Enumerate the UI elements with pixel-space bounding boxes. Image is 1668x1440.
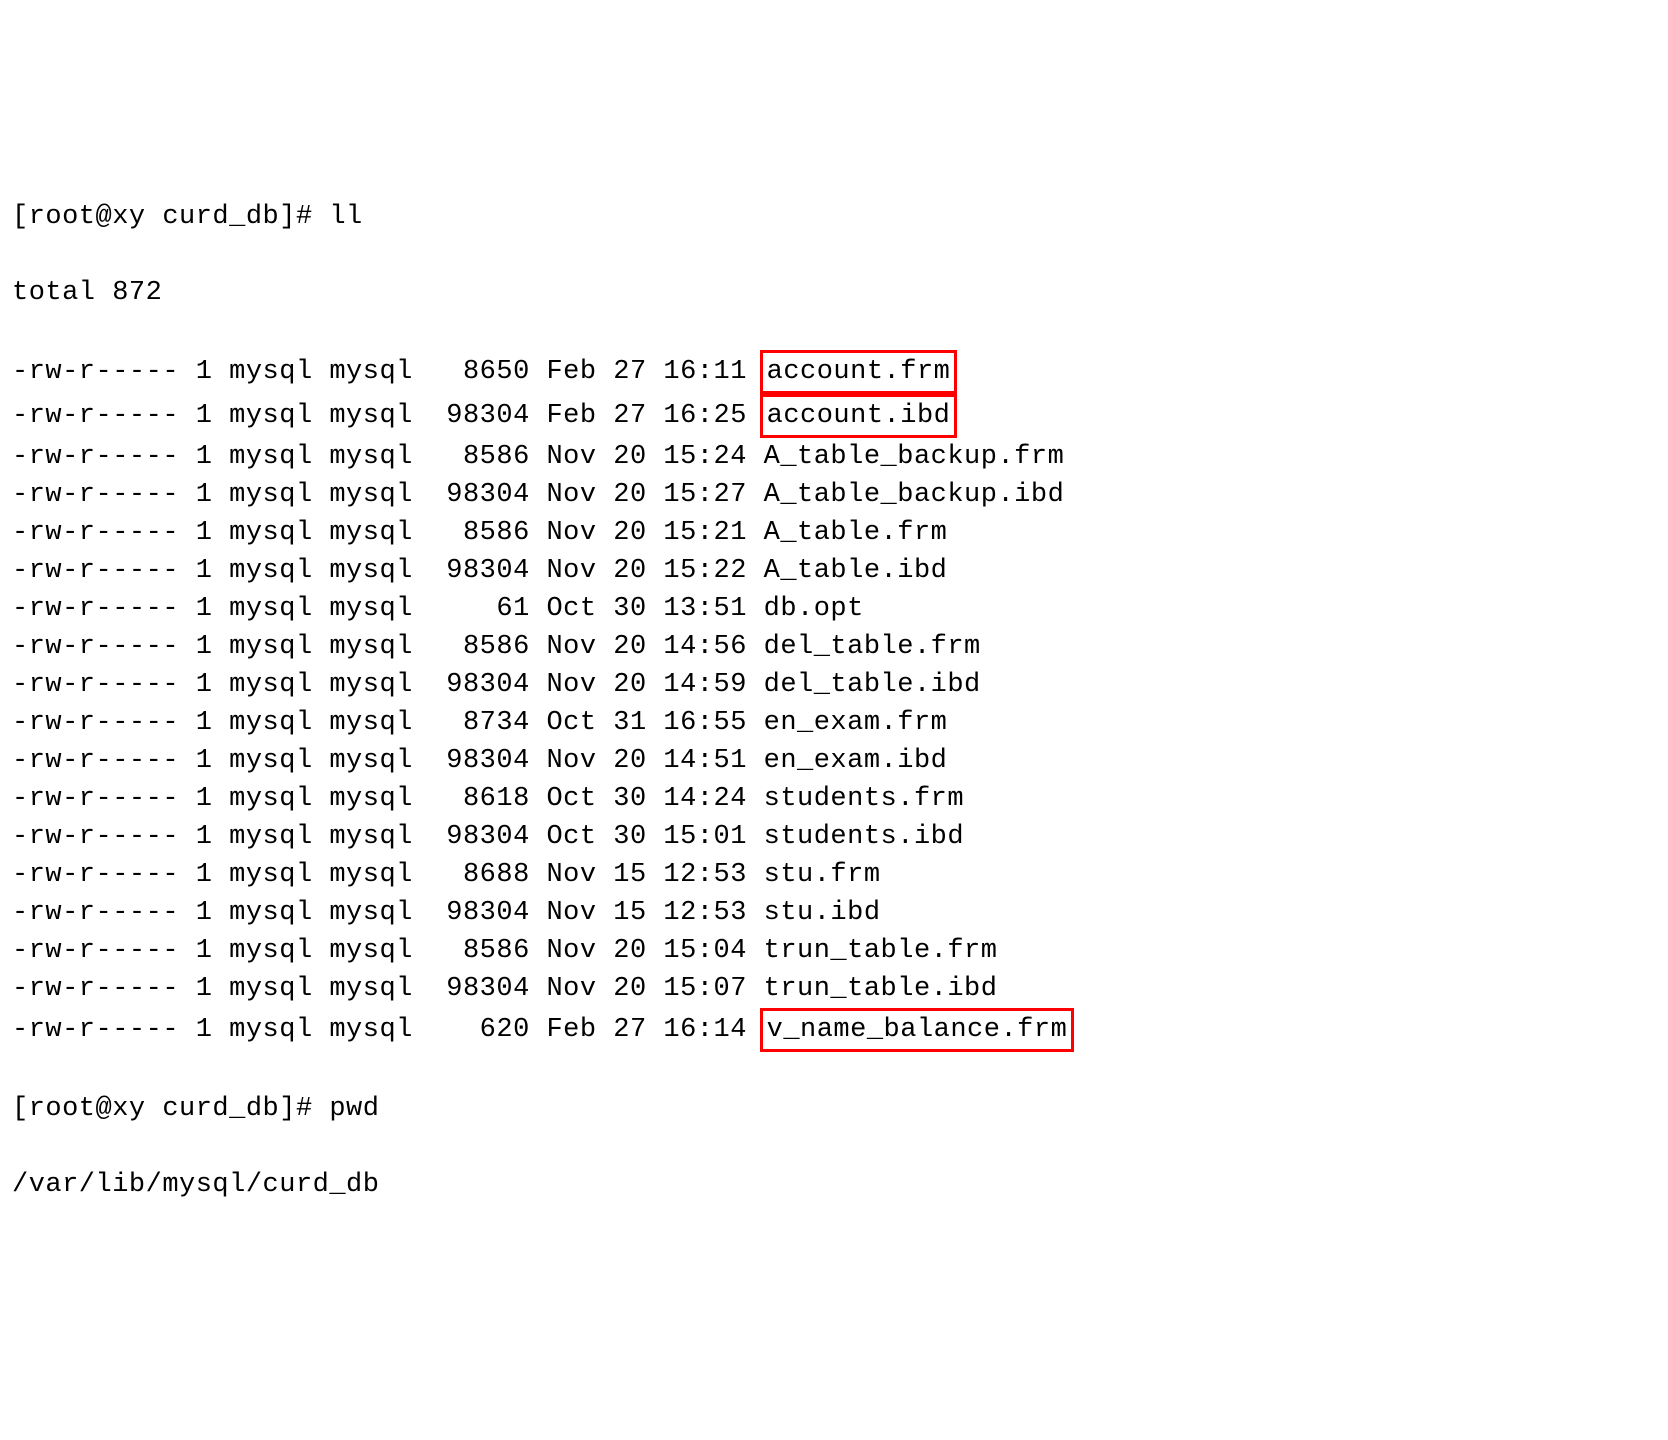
file-row: -rw-r----- 1 mysql mysql 98304 Feb 27 16… [12,394,1656,438]
total-line: total 872 [12,274,1656,312]
file-row: -rw-r----- 1 mysql mysql 8586 Nov 20 15:… [12,514,1656,552]
file-name: students.frm [764,784,964,814]
file-meta: -rw-r----- 1 mysql mysql 98304 Nov 20 15… [12,556,764,586]
file-row: -rw-r----- 1 mysql mysql 8688 Nov 15 12:… [12,856,1656,894]
file-name: en_exam.ibd [764,746,948,776]
file-meta: -rw-r----- 1 mysql mysql 98304 Oct 30 15… [12,822,764,852]
pwd-output: /var/lib/mysql/curd_db [12,1166,1656,1204]
file-row: -rw-r----- 1 mysql mysql 98304 Nov 20 14… [12,742,1656,780]
prompt-line-2: [root@xy curd_db]# pwd [12,1090,1656,1128]
file-row: -rw-r----- 1 mysql mysql 98304 Nov 20 15… [12,970,1656,1008]
command-pwd: pwd [329,1094,379,1124]
file-listing: -rw-r----- 1 mysql mysql 8650 Feb 27 16:… [12,350,1656,1052]
file-row: -rw-r----- 1 mysql mysql 98304 Nov 15 12… [12,894,1656,932]
file-name: students.ibd [764,822,964,852]
file-meta: -rw-r----- 1 mysql mysql 98304 Feb 27 16… [12,401,764,431]
file-row: -rw-r----- 1 mysql mysql 8586 Nov 20 15:… [12,932,1656,970]
file-meta: -rw-r----- 1 mysql mysql 8734 Oct 31 16:… [12,708,764,738]
file-row: -rw-r----- 1 mysql mysql 8734 Oct 31 16:… [12,704,1656,742]
file-name: trun_table.ibd [764,974,998,1004]
file-meta: -rw-r----- 1 mysql mysql 8650 Feb 27 16:… [12,357,764,387]
file-name: account.frm [760,350,958,394]
file-meta: -rw-r----- 1 mysql mysql 8586 Nov 20 15:… [12,442,764,472]
file-meta: -rw-r----- 1 mysql mysql 8586 Nov 20 14:… [12,632,764,662]
file-row: -rw-r----- 1 mysql mysql 98304 Oct 30 15… [12,818,1656,856]
file-name: del_table.ibd [764,670,981,700]
file-meta: -rw-r----- 1 mysql mysql 98304 Nov 20 15… [12,974,764,1004]
file-name: en_exam.frm [764,708,948,738]
command-ll: ll [329,202,362,232]
file-name: account.ibd [760,394,958,438]
file-name: v_name_balance.frm [760,1008,1075,1052]
file-meta: -rw-r----- 1 mysql mysql 98304 Nov 15 12… [12,898,764,928]
file-name: db.opt [764,594,864,624]
file-row: -rw-r----- 1 mysql mysql 8586 Nov 20 14:… [12,628,1656,666]
file-meta: -rw-r----- 1 mysql mysql 98304 Nov 20 15… [12,480,764,510]
file-name: A_table.frm [764,518,948,548]
file-row: -rw-r----- 1 mysql mysql 98304 Nov 20 14… [12,666,1656,704]
file-name: stu.frm [764,860,881,890]
file-name: A_table.ibd [764,556,948,586]
shell-prompt: [root@xy curd_db]# [12,202,329,232]
terminal-window[interactable]: [root@xy curd_db]# ll total 872 -rw-r---… [12,160,1656,1242]
file-meta: -rw-r----- 1 mysql mysql 8586 Nov 20 15:… [12,518,764,548]
file-row: -rw-r----- 1 mysql mysql 620 Feb 27 16:1… [12,1008,1656,1052]
file-meta: -rw-r----- 1 mysql mysql 98304 Nov 20 14… [12,746,764,776]
file-row: -rw-r----- 1 mysql mysql 98304 Nov 20 15… [12,476,1656,514]
file-name: stu.ibd [764,898,881,928]
file-name: A_table_backup.frm [764,442,1065,472]
prompt-line-1: [root@xy curd_db]# ll [12,198,1656,236]
file-meta: -rw-r----- 1 mysql mysql 61 Oct 30 13:51 [12,594,764,624]
file-row: -rw-r----- 1 mysql mysql 61 Oct 30 13:51… [12,590,1656,628]
file-name: A_table_backup.ibd [764,480,1065,510]
file-meta: -rw-r----- 1 mysql mysql 8586 Nov 20 15:… [12,936,764,966]
file-meta: -rw-r----- 1 mysql mysql 620 Feb 27 16:1… [12,1015,764,1045]
file-row: -rw-r----- 1 mysql mysql 8618 Oct 30 14:… [12,780,1656,818]
file-name: del_table.frm [764,632,981,662]
file-meta: -rw-r----- 1 mysql mysql 8618 Oct 30 14:… [12,784,764,814]
file-row: -rw-r----- 1 mysql mysql 8650 Feb 27 16:… [12,350,1656,394]
shell-prompt: [root@xy curd_db]# [12,1094,329,1124]
file-row: -rw-r----- 1 mysql mysql 8586 Nov 20 15:… [12,438,1656,476]
file-meta: -rw-r----- 1 mysql mysql 98304 Nov 20 14… [12,670,764,700]
file-row: -rw-r----- 1 mysql mysql 98304 Nov 20 15… [12,552,1656,590]
file-meta: -rw-r----- 1 mysql mysql 8688 Nov 15 12:… [12,860,764,890]
file-name: trun_table.frm [764,936,998,966]
